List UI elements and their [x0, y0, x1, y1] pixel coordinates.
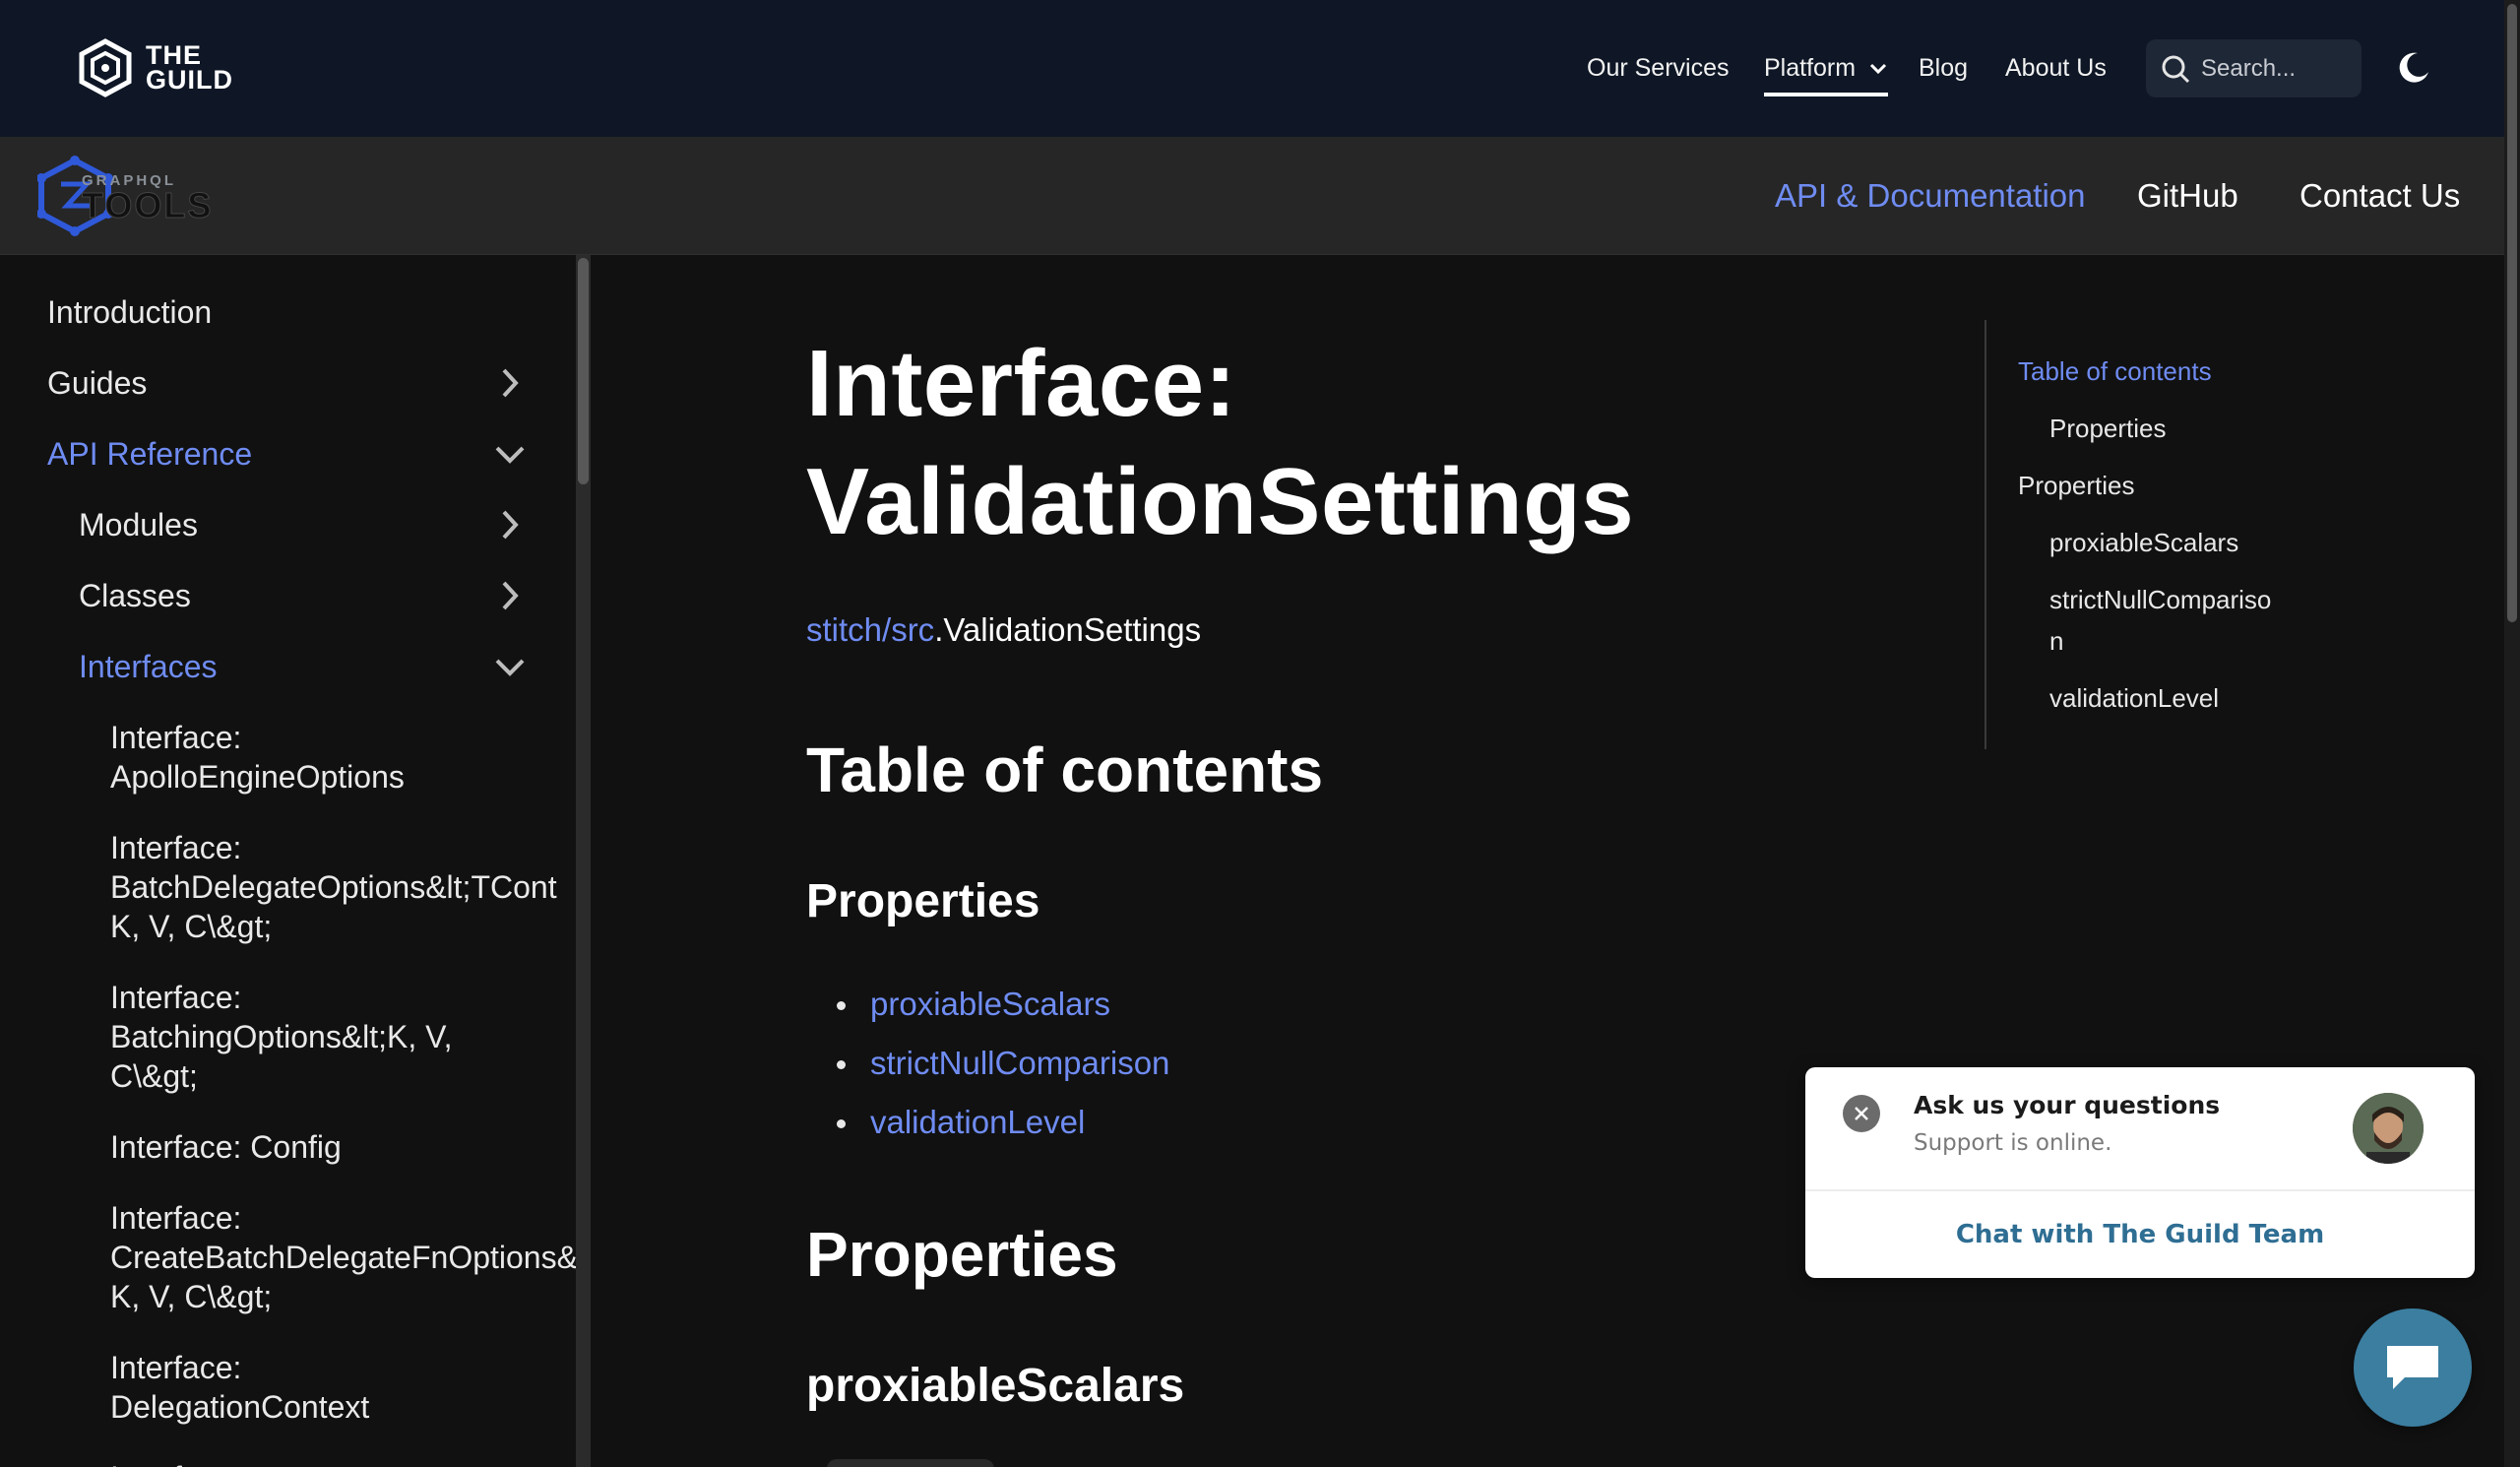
toc-item-properties[interactable]: Properties	[2018, 465, 2135, 506]
chevron-right-icon[interactable]	[492, 506, 528, 543]
sidebar-interface-item[interactable]: Interface: CreateBatchDelegateFnOptions&…	[110, 1198, 578, 1316]
toc-item-table-of-contents[interactable]: Table of contents	[2018, 351, 2212, 392]
sidebar-interface-item[interactable]: Interface: BatchingOptions&lt;K, V, C\&g…	[110, 978, 452, 1096]
breadcrumb-current: .ValidationSettings	[934, 611, 1202, 648]
sidebar-item-classes[interactable]: Classes	[79, 576, 191, 615]
chevron-right-icon[interactable]	[492, 577, 528, 614]
nav-github[interactable]: GitHub	[2137, 177, 2238, 215]
page-title-line1: Interface:	[806, 331, 1237, 436]
logo-big-text: TOOLS	[81, 185, 214, 226]
toc-item-validationlevel[interactable]: validationLevel	[2049, 677, 2219, 719]
chat-bubble-icon	[2387, 1346, 2438, 1389]
sidebar-item-api-reference[interactable]: API Reference	[47, 434, 252, 474]
property-link-proxiablescalars[interactable]: proxiableScalars	[837, 975, 1169, 1034]
nav-api-documentation[interactable]: API & Documentation	[1775, 177, 2086, 215]
sidebar-item-guides[interactable]: Guides	[47, 363, 147, 403]
property-link-validationlevel[interactable]: validationLevel	[837, 1093, 1169, 1152]
sidebar-interface-item[interactable]: Interface: ApolloEngineOptions	[110, 718, 405, 797]
chat-launcher-button[interactable]	[2354, 1308, 2472, 1427]
search-box[interactable]	[2146, 39, 2362, 97]
sidebar-interface-item[interactable]: Interface: Config	[110, 1127, 342, 1167]
chevron-right-icon[interactable]	[492, 364, 528, 402]
search-input[interactable]	[2201, 54, 2349, 83]
chevron-down-icon[interactable]	[492, 648, 528, 685]
breadcrumb-link[interactable]: stitch/src	[806, 611, 934, 648]
page-title: Interface: ValidationSettings	[806, 325, 1634, 561]
chevron-down-icon[interactable]	[492, 435, 528, 473]
sidebar-interface-item[interactable]: Interface: DelegationContext	[110, 1348, 369, 1427]
chat-title: Ask us your questions	[1914, 1091, 2221, 1119]
chat-status: Support is online.	[1914, 1130, 2112, 1156]
nav-blog[interactable]: Blog	[1919, 54, 1968, 83]
page-title-line2: ValidationSettings	[806, 449, 1635, 554]
sidebar-item-interfaces[interactable]: Interfaces	[79, 647, 218, 686]
sidebar-item-introduction[interactable]: Introduction	[47, 292, 212, 332]
toc-divider	[1984, 320, 1986, 749]
chevron-down-icon	[1869, 64, 1887, 75]
support-avatar	[2353, 1093, 2424, 1164]
close-icon[interactable]	[1843, 1095, 1880, 1132]
chat-with-team-button[interactable]: Chat with The Guild Team	[1805, 1191, 2475, 1278]
sidebar-interface-item[interactable]: Interface:	[110, 1458, 241, 1467]
sidebar-scrollbar-thumb[interactable]	[578, 258, 589, 484]
nav-platform-label: Platform	[1764, 54, 1857, 82]
property-link-list: proxiableScalars strictNullComparison va…	[837, 975, 1169, 1152]
guild-topbar: THE GUILD Our Services Platform Blog Abo…	[0, 0, 2504, 137]
code-badge	[827, 1459, 994, 1467]
nav-our-services[interactable]: Our Services	[1587, 54, 1729, 83]
toc-item-properties-sub[interactable]: Properties	[2049, 408, 2167, 449]
sidebar-item-modules[interactable]: Modules	[79, 505, 198, 544]
guild-hexagon-icon	[79, 38, 132, 97]
search-icon	[2162, 55, 2190, 83]
breadcrumb: stitch/src.ValidationSettings	[806, 611, 1201, 649]
property-link-strictnullcomparison[interactable]: strictNullComparison	[837, 1034, 1169, 1093]
nav-about-us[interactable]: About Us	[2005, 54, 2107, 83]
toc-item-proxiablescalars[interactable]: proxiableScalars	[2049, 522, 2238, 563]
sidebar-interface-item[interactable]: Interface: BatchDelegateOptions&lt;TCont…	[110, 828, 557, 946]
guild-logo-line2: GUILD	[146, 65, 233, 95]
property-heading-proxiablescalars: proxiableScalars	[806, 1360, 1185, 1412]
tools-subbar: GRAPHQL TOOLS API & Documentation GitHub…	[0, 137, 2504, 255]
toc-item-strictnullcomparison-wrap[interactable]: n	[2049, 620, 2063, 662]
toc-item-strictnullcomparison[interactable]: strictNullCompariso	[2049, 579, 2271, 620]
graphql-tools-wordmark: GRAPHQL TOOLS	[81, 172, 214, 226]
nav-contact-us[interactable]: Contact Us	[2300, 177, 2460, 215]
section-heading-toc: Table of contents	[806, 734, 1324, 805]
section-heading-properties: Properties	[806, 1219, 1118, 1290]
chat-popup: Ask us your questions Support is online.…	[1805, 1067, 2475, 1278]
page-scrollbar-thumb[interactable]	[2507, 4, 2517, 622]
subheading-properties: Properties	[806, 875, 1040, 927]
guild-logo[interactable]: THE GUILD	[77, 37, 233, 98]
nav-platform[interactable]: Platform	[1764, 54, 1889, 96]
moon-icon[interactable]	[2396, 50, 2431, 86]
docs-sidebar: Introduction Guides API Reference Module…	[0, 255, 591, 1467]
